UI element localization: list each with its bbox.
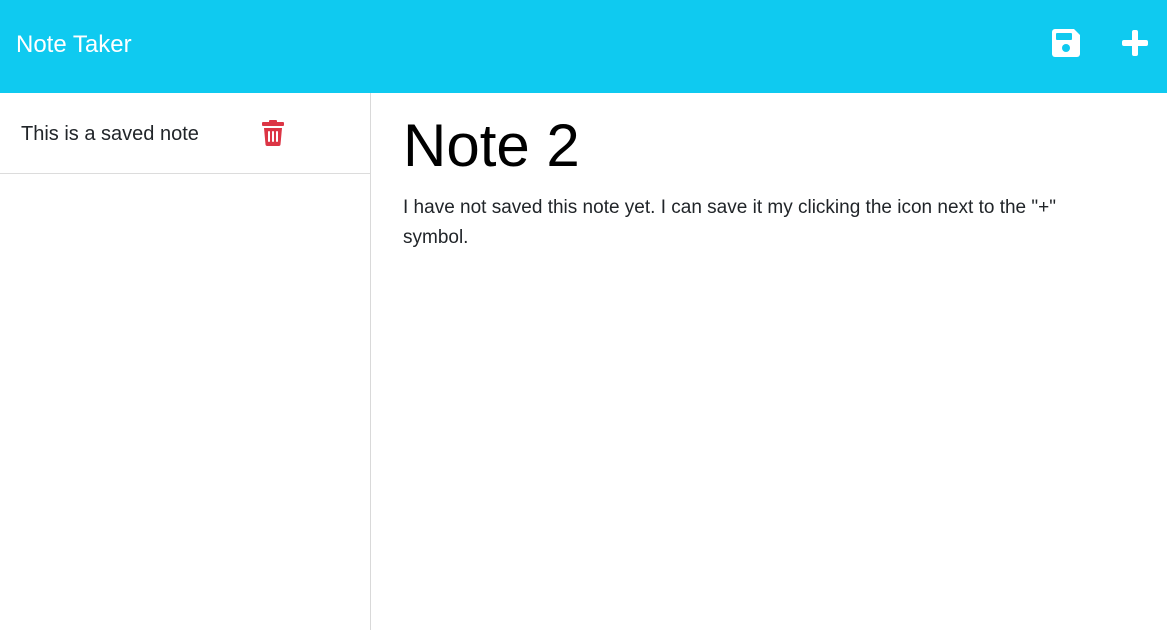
note-list-item[interactable]: This is a saved note — [0, 93, 370, 174]
new-note-button[interactable] — [1119, 27, 1151, 59]
note-list-sidebar: This is a saved note — [0, 93, 371, 630]
app-title[interactable]: Note Taker — [16, 29, 132, 61]
save-note-button[interactable] — [1050, 27, 1082, 59]
note-text-input[interactable]: I have not saved this note yet. I can sa… — [403, 193, 1103, 253]
note-list-item-title[interactable]: This is a saved note — [21, 121, 199, 147]
floppy-disk-icon — [1052, 29, 1080, 57]
plus-icon — [1122, 30, 1148, 56]
trash-icon — [262, 120, 284, 146]
note-editor: Note 2 I have not saved this note yet. I… — [371, 93, 1167, 630]
delete-note-button[interactable] — [262, 120, 284, 146]
navbar: Note Taker — [0, 0, 1167, 93]
note-title-input[interactable]: Note 2 — [403, 111, 1143, 181]
